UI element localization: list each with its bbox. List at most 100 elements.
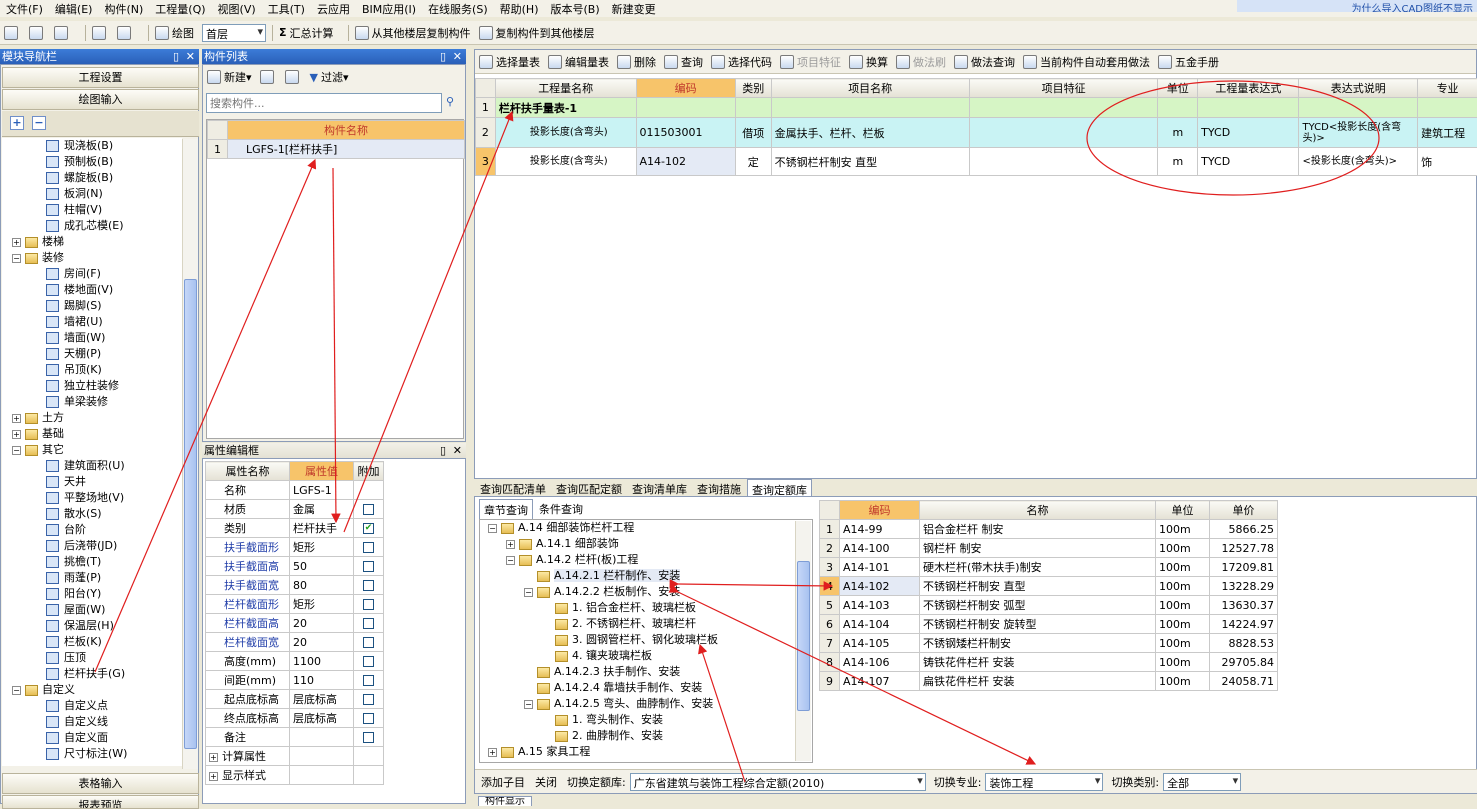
table-row[interactable]: 1A14-99铝合金栏杆 制安100m5866.25	[820, 520, 1278, 539]
tree-item[interactable]: 独立柱装修	[2, 378, 182, 394]
property-value[interactable]: 层底标高	[290, 709, 354, 728]
quantity-toolbar-button[interactable]: 编辑量表	[548, 54, 609, 70]
tab-component-display[interactable]: 构件显示	[478, 796, 532, 806]
table-row[interactable]: 2A14-100钢栏杆 制安100m12527.78	[820, 539, 1278, 558]
cell-desc[interactable]: TYCD<投影长度(含弯头)>	[1299, 118, 1418, 148]
property-value[interactable]: 栏杆扶手	[290, 519, 354, 538]
tree-item[interactable]: 房间(F)	[2, 266, 182, 282]
redo-icon[interactable]	[117, 26, 134, 40]
save-icon[interactable]	[54, 26, 71, 40]
tree-item[interactable]: 后浇带(JD)	[2, 538, 182, 554]
nav-scrollbar[interactable]	[182, 139, 198, 769]
chapter-item[interactable]: −A.14.2 栏杆(板)工程	[480, 552, 812, 568]
draw-input-button[interactable]: 绘图输入	[2, 89, 199, 110]
property-row[interactable]: 备注	[206, 728, 384, 747]
cell-desc[interactable]	[1299, 98, 1418, 118]
property-row[interactable]: 扶手截面高50	[206, 557, 384, 576]
quantity-toolbar-button[interactable]: 当前构件自动套用做法	[1023, 54, 1150, 70]
property-value[interactable]: 金属	[290, 500, 354, 519]
cell-expr[interactable]: TYCD	[1198, 118, 1299, 148]
quantity-toolbar-button[interactable]: 查询	[664, 54, 703, 70]
sum-calc-button[interactable]: Σ汇总计算	[279, 25, 334, 41]
cell-unit[interactable]: m	[1158, 148, 1198, 176]
property-value[interactable]: LGFS-1	[290, 481, 354, 500]
collapse-icon[interactable]: −	[12, 254, 21, 263]
property-row[interactable]: 终点底标高层底标高	[206, 709, 384, 728]
menu-item[interactable]: 工程量(Q)	[155, 1, 205, 17]
cell-major[interactable]: 饰	[1418, 148, 1477, 176]
tree-item[interactable]: 挑檐(T)	[2, 554, 182, 570]
pin-icon[interactable]: ▯	[173, 49, 179, 64]
quantity-toolbar-button[interactable]: 选择代码	[711, 54, 772, 70]
property-value[interactable]: 层底标高	[290, 690, 354, 709]
table-row[interactable]: 3A14-101硬木栏杆(带木扶手)制安100m17209.81	[820, 558, 1278, 577]
property-row[interactable]: 名称LGFS-1	[206, 481, 384, 500]
copy-from-floor-button[interactable]: 从其他楼层复制构件	[355, 25, 471, 41]
major-select[interactable]: 装饰工程	[985, 773, 1103, 791]
property-row[interactable]: 扶手截面形矩形	[206, 538, 384, 557]
quantity-toolbar-button[interactable]: 项目特征	[780, 54, 841, 70]
property-row[interactable]: +显示样式	[206, 766, 384, 785]
property-value[interactable]: 矩形	[290, 595, 354, 614]
cell-item[interactable]: 不锈钢栏杆制安 直型	[771, 148, 969, 176]
table-row[interactable]: 9A14-107扁铁花件栏杆 安装100m24058.71	[820, 672, 1278, 691]
tree-item[interactable]: 自定义点	[2, 698, 182, 714]
tree-item[interactable]: 自定义面	[2, 730, 182, 746]
tree-item[interactable]: −自定义	[2, 682, 182, 698]
expand-icon[interactable]: +	[209, 772, 218, 781]
menu-item[interactable]: BIM应用(I)	[362, 1, 416, 17]
tree-item[interactable]: 压顶	[2, 650, 182, 666]
delete-component-icon[interactable]	[260, 70, 277, 84]
tree-item[interactable]: 天井	[2, 474, 182, 490]
menu-item[interactable]: 云应用	[317, 1, 350, 17]
quantity-toolbar-button[interactable]: 五金手册	[1158, 54, 1219, 70]
chapter-item[interactable]: A.14.2.1 栏杆制作、安装	[480, 568, 812, 584]
property-row[interactable]: 类别栏杆扶手✔	[206, 519, 384, 538]
component-search-input[interactable]	[206, 93, 442, 113]
cell-item[interactable]: 金属扶手、栏杆、栏板	[771, 118, 969, 148]
tree-item[interactable]: 板洞(N)	[2, 186, 182, 202]
attach-checkbox[interactable]	[363, 694, 374, 705]
menu-item[interactable]: 视图(V)	[218, 1, 256, 17]
table-row[interactable]: 3投影长度(含弯头)A14-102定不锈钢栏杆制安 直型mTYCD<投影长度(含…	[476, 148, 1477, 176]
column-header[interactable]: 专业	[1418, 79, 1477, 98]
chapter-item[interactable]: +A.14.1 细部装饰	[480, 536, 812, 552]
cell-feat[interactable]	[969, 118, 1158, 148]
property-value[interactable]: 矩形	[290, 538, 354, 557]
column-header[interactable]: 类别	[735, 79, 771, 98]
tree-item[interactable]: 墙面(W)	[2, 330, 182, 346]
table-input-button[interactable]: 表格输入	[2, 773, 199, 794]
column-header[interactable]: 工程量表达式	[1198, 79, 1299, 98]
table-row[interactable]: 1LGFS-1[栏杆扶手]	[208, 140, 465, 159]
chapter-item[interactable]: 2. 不锈钢栏杆、玻璃栏杆	[480, 616, 812, 632]
tree-item[interactable]: 平整场地(V)	[2, 490, 182, 506]
chapter-item[interactable]: −A.14.2.2 栏板制作、安装	[480, 584, 812, 600]
collapse-icon[interactable]: −	[12, 446, 21, 455]
collapse-icon[interactable]: −	[524, 588, 533, 597]
attach-checkbox[interactable]	[363, 504, 374, 515]
new-file-icon[interactable]	[4, 26, 21, 40]
attach-checkbox[interactable]	[363, 618, 374, 629]
tree-item[interactable]: 台阶	[2, 522, 182, 538]
quantity-toolbar-button[interactable]: 选择量表	[479, 54, 540, 70]
tree-item[interactable]: 现浇板(B)	[2, 138, 182, 154]
cell-code[interactable]: A14-102	[636, 148, 735, 176]
tree-item[interactable]: 天棚(P)	[2, 346, 182, 362]
expand-icon[interactable]: +	[12, 430, 21, 439]
tree-item[interactable]: 墙裙(U)	[2, 314, 182, 330]
tree-item[interactable]: 成孔芯模(E)	[2, 218, 182, 234]
tree-item[interactable]: 栏板(K)	[2, 634, 182, 650]
tree-item[interactable]: 屋面(W)	[2, 602, 182, 618]
quantity-toolbar-button[interactable]: 换算	[849, 54, 888, 70]
chapter-subtab[interactable]: 章节查询	[479, 499, 533, 520]
cell-item[interactable]	[771, 98, 969, 118]
cell-major[interactable]	[1418, 98, 1477, 118]
cell-unit[interactable]	[1158, 98, 1198, 118]
expand-icon[interactable]: +	[12, 238, 21, 247]
column-header[interactable]: 单价	[1210, 501, 1278, 520]
chapter-item[interactable]: 3. 圆钢管栏杆、钢化玻璃栏板	[480, 632, 812, 648]
table-row[interactable]: 4A14-102不锈钢栏杆制安 直型100m13228.29	[820, 577, 1278, 596]
property-value[interactable]: 110	[290, 671, 354, 690]
column-header[interactable]: 项目特征	[969, 79, 1158, 98]
cell-desc[interactable]: <投影长度(含弯头)>	[1299, 148, 1418, 176]
